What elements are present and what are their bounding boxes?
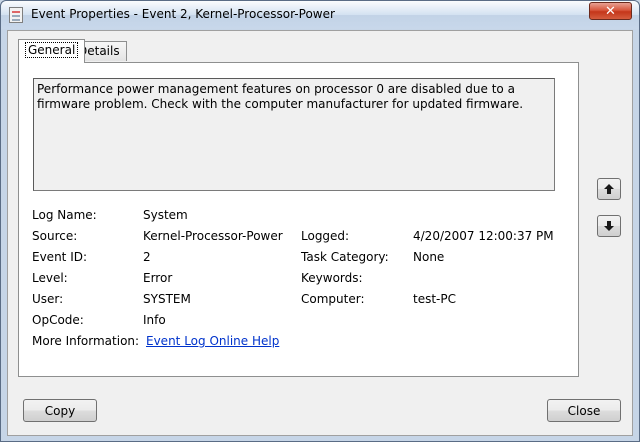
arrow-up-icon <box>604 184 614 194</box>
general-panel: Performance power management features on… <box>18 62 579 377</box>
copy-button[interactable]: Copy <box>23 399 97 422</box>
event-description[interactable]: Performance power management features on… <box>33 78 555 191</box>
window-close-button[interactable]: ✕ <box>589 2 632 20</box>
opcode-value: Info <box>143 313 166 327</box>
logged-value: 4/20/2007 12:00:37 PM <box>413 229 554 243</box>
event-id-label: Event ID: <box>32 250 88 264</box>
level-value: Error <box>143 271 173 285</box>
window-title: Event Properties - Event 2, Kernel-Proce… <box>31 7 335 21</box>
source-label: Source: <box>32 229 78 243</box>
tab-general[interactable]: General <box>18 39 86 63</box>
task-category-label: Task Category: <box>301 250 389 264</box>
previous-event-button[interactable] <box>597 178 621 200</box>
copy-button-label: Copy <box>44 403 76 418</box>
level-label: Level: <box>32 271 68 285</box>
more-information-label: More Information: <box>32 334 140 348</box>
title-bar[interactable]: Event Properties - Event 2, Kernel-Proce… <box>1 1 639 29</box>
event-log-online-help-link[interactable]: Event Log Online Help <box>146 334 279 348</box>
computer-value: test-PC <box>413 292 456 306</box>
dialog-client-area: General Details Performance power manage… <box>7 30 633 436</box>
log-name-value: System <box>143 208 188 222</box>
event-properties-window: Event Properties - Event 2, Kernel-Proce… <box>0 0 640 442</box>
user-label: User: <box>32 292 64 306</box>
close-button-label: Close <box>567 403 601 418</box>
source-value: Kernel-Processor-Power <box>143 229 283 243</box>
close-icon: ✕ <box>605 3 616 19</box>
next-event-button[interactable] <box>597 215 621 237</box>
log-name-label: Log Name: <box>32 208 97 222</box>
logged-label: Logged: <box>301 229 350 243</box>
task-category-value: None <box>413 250 445 264</box>
close-button[interactable]: Close <box>547 399 621 422</box>
event-viewer-icon <box>9 7 23 23</box>
event-id-value: 2 <box>143 250 151 264</box>
computer-label: Computer: <box>301 292 365 306</box>
opcode-label: OpCode: <box>32 313 84 327</box>
keywords-label: Keywords: <box>301 271 363 285</box>
arrow-down-icon <box>604 221 614 231</box>
tab-general-label: General <box>25 42 79 58</box>
user-value: SYSTEM <box>143 292 191 306</box>
